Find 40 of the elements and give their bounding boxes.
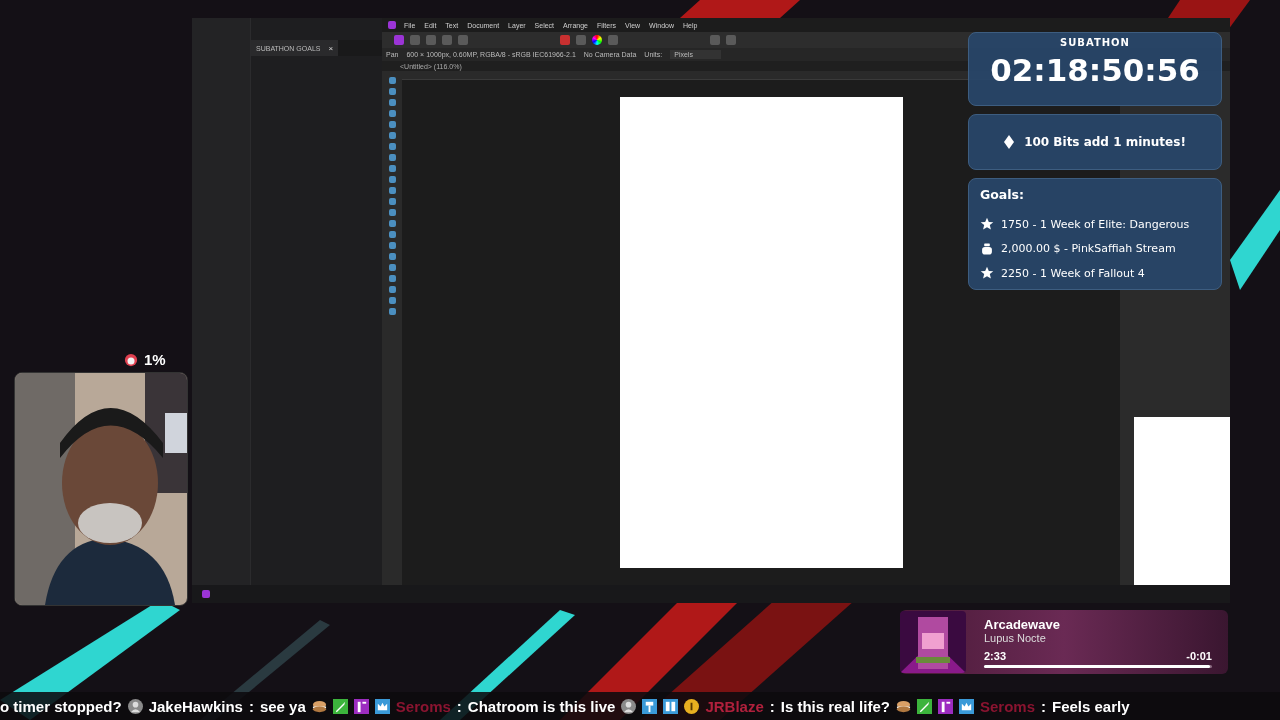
star-icon — [980, 266, 994, 281]
chat-separator: : — [456, 697, 462, 715]
goal-text: 2250 - 1 Week of Fallout 4 — [1001, 266, 1145, 280]
artist-name: Lupus Nocte — [984, 631, 1047, 644]
timer-title: SUBATHON — [1060, 37, 1130, 48]
color-wheel-icon[interactable] — [592, 35, 602, 45]
chat-username: Seroms — [979, 697, 1035, 715]
chat-username: JRBlaze — [705, 697, 764, 715]
avatar-icon — [127, 698, 143, 714]
sandwich-icon — [311, 698, 327, 714]
countdown-timer: 02:18:50:56 — [990, 52, 1200, 88]
chat-message: see ya — [259, 697, 306, 715]
crown-badge-icon — [958, 698, 974, 714]
chat-username: Seroms — [395, 697, 451, 715]
close-icon[interactable]: × — [328, 43, 334, 53]
track-title: Arcadewave — [984, 616, 1061, 632]
chat-message: o timer stopped? — [0, 697, 122, 715]
app-icon[interactable] — [202, 590, 210, 598]
remaining-time: -0:01 — [1186, 649, 1212, 662]
avatar-icon — [621, 698, 637, 714]
chat-username: JakeHawkins — [148, 697, 243, 715]
rule-text: 100 Bits add 1 minutes! — [1024, 135, 1186, 149]
goal-text: 2,000.00 $ - PinkSaffiah Stream — [1001, 242, 1176, 256]
crown-badge-icon — [374, 698, 390, 714]
elapsed-time: 2:33 — [984, 649, 1007, 662]
goals-title: Goals: — [980, 187, 1025, 202]
chat-separator: : — [248, 697, 254, 715]
chat-message: Is this real life? — [780, 697, 890, 715]
meter-value: 1% — [144, 351, 166, 368]
app-logo-icon — [388, 21, 396, 29]
money-bag-icon — [980, 241, 994, 256]
chat-separator: : — [1041, 697, 1046, 715]
coin-badge-icon — [684, 698, 700, 714]
chat-message: Chatroom is this live — [467, 697, 616, 715]
chat-separator: : — [769, 697, 775, 715]
goal-text: 1750 - 1 Week of Elite: Dangerous — [1001, 217, 1190, 231]
chat-message: Feels early — [1052, 697, 1130, 715]
star-icon — [980, 217, 994, 232]
sandwich-icon — [895, 698, 911, 714]
diamond-icon — [1004, 135, 1015, 149]
